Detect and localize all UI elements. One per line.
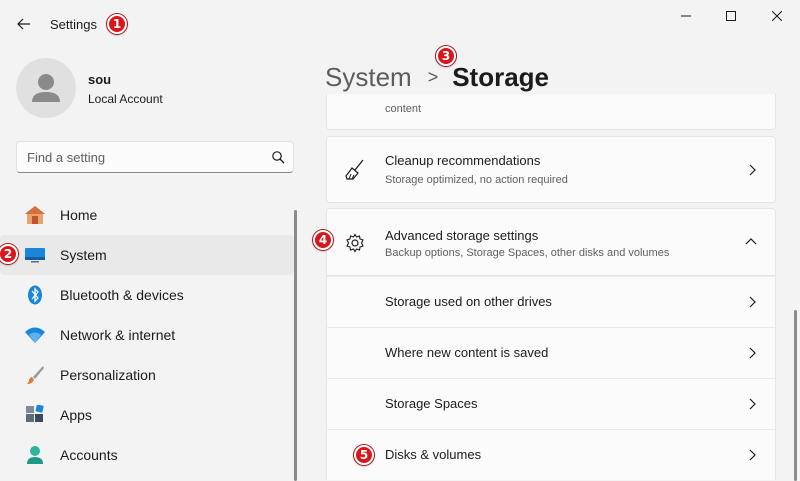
storage-spaces-row[interactable]: Storage Spaces (326, 378, 776, 429)
sidebar-item-accounts[interactable]: Accounts (0, 435, 294, 475)
home-icon (24, 205, 46, 225)
chevron-right-icon (749, 164, 756, 176)
minimize-icon (681, 15, 691, 17)
gear-icon (346, 233, 364, 253)
search-icon[interactable] (271, 150, 285, 164)
person-icon (24, 445, 46, 465)
callout-badge: 4 (313, 230, 333, 250)
back-button[interactable] (10, 12, 38, 36)
sidebar-item-label: Personalization (60, 367, 156, 383)
card-title: Advanced storage settings (385, 228, 539, 243)
disks-volumes-row[interactable]: Disks & volumes 5 (326, 429, 776, 480)
card-subtitle: Storage optimized, no action required (385, 174, 568, 186)
sidebar-item-home[interactable]: Home (0, 195, 294, 235)
callout-badge: 3 (436, 46, 456, 66)
advanced-storage-settings-card[interactable]: Advanced storage settings Backup options… (326, 208, 776, 276)
sidebar-item-label: Accounts (60, 447, 118, 463)
sidebar-item-label: Network & internet (60, 327, 176, 343)
maximize-button[interactable] (711, 4, 751, 28)
person-icon (32, 74, 60, 102)
card-title: Cleanup recommendations (385, 153, 541, 168)
row-label: Storage used on other drives (385, 294, 552, 309)
paintbrush-icon (24, 365, 46, 385)
card-subtitle: content (385, 103, 422, 115)
avatar[interactable] (16, 58, 76, 118)
sidebar-nav: Home System 2 Bluetooth & devices Networ… (0, 195, 294, 475)
bluetooth-icon (24, 285, 46, 305)
callout-badge: 2 (0, 244, 18, 264)
storage-card-partial[interactable]: content (326, 94, 776, 130)
sidebar-item-bluetooth[interactable]: Bluetooth & devices (0, 275, 294, 315)
title-bar: Settings 1 (0, 0, 800, 48)
broom-icon (345, 159, 364, 180)
row-label: Where new content is saved (385, 345, 549, 360)
arrow-left-icon (17, 18, 30, 30)
apps-icon (24, 405, 46, 425)
where-new-content-saved-row[interactable]: Where new content is saved (326, 327, 776, 378)
search-placeholder: Find a setting (27, 150, 106, 165)
page-title: Storage (452, 61, 550, 92)
sidebar-item-label: Bluetooth & devices (60, 287, 184, 303)
chevron-right-icon (749, 296, 756, 308)
app-title: Settings (50, 17, 97, 32)
chevron-right-icon: > (427, 66, 439, 87)
card-subtitle: Backup options, Storage Spaces, other di… (385, 247, 670, 259)
breadcrumb: System > Storage (325, 60, 549, 94)
sidebar-item-label: System (60, 247, 107, 263)
wifi-icon (24, 325, 46, 345)
sidebar-item-network[interactable]: Network & internet (0, 315, 294, 355)
sidebar-item-personalization[interactable]: Personalization (0, 355, 294, 395)
sidebar-item-label: Apps (60, 407, 92, 423)
row-label: Disks & volumes (385, 447, 482, 462)
sidebar-scrollbar[interactable] (294, 210, 297, 481)
chevron-up-icon[interactable] (745, 237, 757, 247)
sidebar-item-label: Home (60, 207, 98, 223)
callout-badge: 5 (354, 445, 374, 465)
cleanup-recommendations-card[interactable]: Cleanup recommendations Storage optimize… (326, 136, 776, 203)
row-label: Storage Spaces (385, 396, 478, 411)
minimize-button[interactable] (666, 4, 706, 28)
breadcrumb-parent[interactable]: System (325, 62, 412, 93)
chevron-right-icon (749, 347, 756, 359)
search-input[interactable]: Find a setting (16, 141, 294, 173)
system-monitor-icon (24, 245, 46, 265)
storage-used-other-drives-row[interactable]: Storage used on other drives (326, 276, 776, 327)
chevron-right-icon (749, 398, 756, 410)
close-button[interactable] (757, 4, 797, 28)
account-type: Local Account (88, 92, 163, 106)
user-name: sou (88, 72, 112, 87)
callout-badge: 1 (107, 14, 127, 34)
close-icon (772, 11, 782, 21)
chevron-right-icon (749, 449, 756, 461)
sidebar-item-apps[interactable]: Apps (0, 395, 294, 435)
maximize-icon (726, 11, 736, 21)
main-scrollbar[interactable] (794, 310, 797, 481)
sidebar-item-system[interactable]: System 2 (0, 235, 294, 275)
